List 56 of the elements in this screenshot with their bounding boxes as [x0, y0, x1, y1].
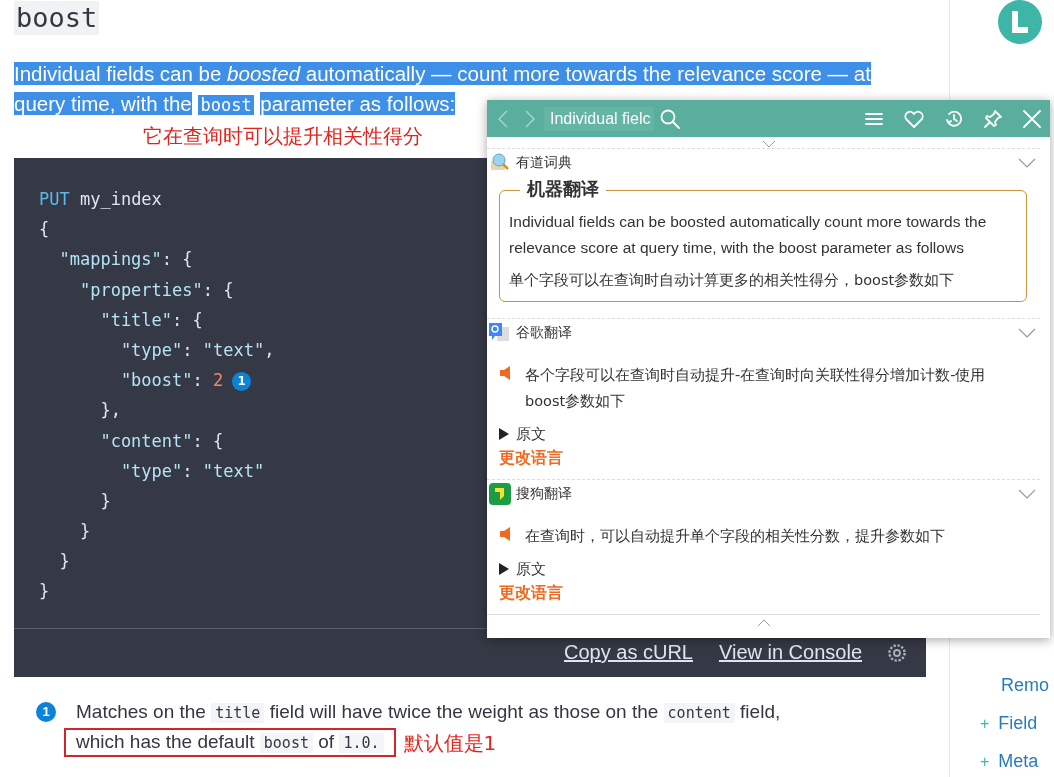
chevron-up-icon: [756, 619, 771, 627]
translation-text: 在查询时，可以自动提升单个字段的相关性分数，提升参数如下: [525, 527, 946, 546]
change-language-link[interactable]: 更改语言: [487, 445, 1040, 471]
sidebar-link[interactable]: Meta: [998, 748, 1039, 775]
sidebar-link[interactable]: Field: [998, 710, 1038, 737]
close-icon: [1022, 108, 1042, 129]
history-icon: [944, 108, 964, 129]
change-language-link[interactable]: 更改语言: [487, 580, 1040, 606]
code-line: "type": "text",: [119, 338, 275, 362]
code-line: }: [99, 489, 111, 513]
sidebar-link[interactable]: Remo: [1001, 672, 1049, 699]
plus-icon: +: [980, 710, 990, 737]
logo-icon: [998, 0, 1042, 44]
translation-text: 各个字段可以在查询时自动提升-在查询时向关联性得分增加计数-使用boost参数如下: [525, 366, 987, 411]
section-title: 搜狗翻译: [516, 484, 573, 503]
code-line: "boost": 2 1: [39, 365, 252, 396]
chevron-down-icon: [1018, 327, 1036, 338]
section-title: 谷歌翻译: [516, 323, 573, 342]
chevron-down-icon: [1018, 157, 1036, 168]
code-line: PUT my_index: [39, 188, 162, 211]
heart-icon: [903, 108, 925, 129]
code-line: {: [39, 218, 50, 242]
code-line: },: [99, 399, 121, 423]
code-line: }: [39, 580, 50, 604]
chevron-down-icon: [761, 140, 776, 148]
code-line: "properties": {: [78, 278, 234, 302]
chevron-down-icon: [1018, 488, 1036, 499]
plus-icon: +: [980, 748, 990, 775]
code-line: "content": {: [99, 429, 224, 453]
search-field[interactable]: Individual fielc: [544, 106, 654, 131]
speaker-icon: [499, 526, 513, 542]
code-line: "mappings": {: [58, 248, 193, 272]
pin-icon: [983, 108, 1003, 129]
callout-badge: 1: [232, 372, 252, 392]
source-text: Individual fields can be boosted automatically count more towards the relevance score at query time, with the boost parameter as follows: [509, 212, 988, 258]
card-title: 机器翻译: [520, 177, 606, 201]
triangle-right-icon: [499, 428, 509, 440]
callout-text-line: Matches on the title field will have twice the weight as those on the content field,: [76, 699, 781, 725]
callout-badge: 1: [36, 701, 56, 722]
annotation-text: 它在查询时可以提升相关性得分: [143, 124, 423, 148]
code-line: "type": "text": [119, 459, 265, 483]
section-title: 有道词典: [516, 153, 573, 172]
code-line: }: [58, 550, 70, 574]
triangle-right-icon: [499, 563, 509, 575]
original-toggle[interactable]: 原文: [487, 558, 1040, 580]
original-toggle[interactable]: 原文: [487, 423, 1040, 445]
code-action-link[interactable]: Copy as cURL: [564, 641, 693, 665]
code-action-link[interactable]: View in Console: [718, 641, 862, 665]
section-heading: boost: [14, 1, 100, 35]
code-line: }: [78, 520, 91, 544]
search-icon: [659, 107, 681, 130]
annotation-text: 默认值是1: [403, 729, 497, 757]
settings-icon: [888, 643, 906, 662]
code-line: "title": {: [99, 308, 203, 332]
translation-text: 单个字段可以在查询时自动计算更多的相关性得分，boost参数如下: [509, 271, 956, 290]
speaker-icon: [499, 365, 513, 381]
